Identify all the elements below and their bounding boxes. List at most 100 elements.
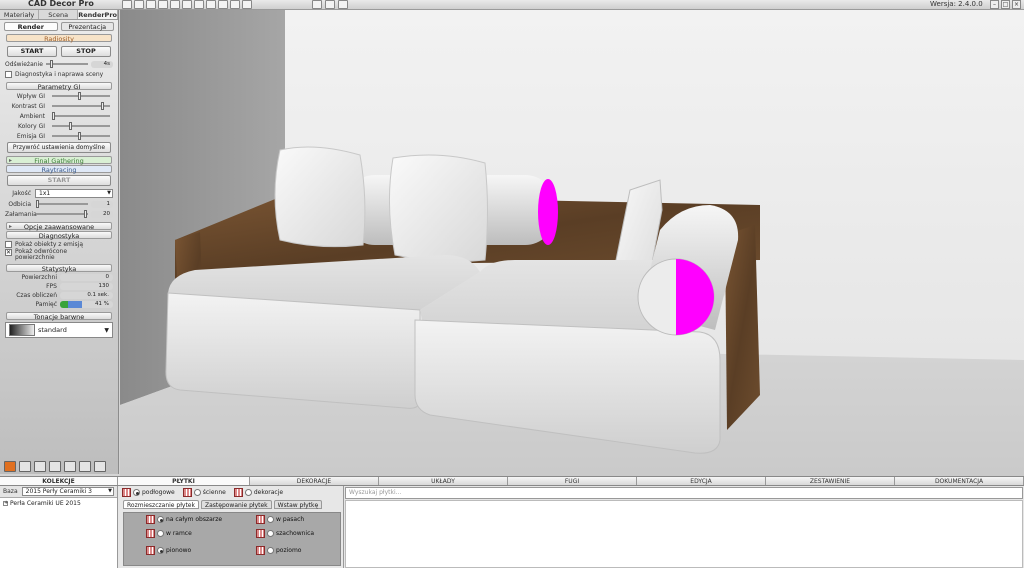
show-emission-checkbox[interactable] (5, 241, 12, 248)
toolbar-save-icon[interactable] (146, 0, 156, 9)
radio-button[interactable] (267, 530, 274, 537)
radio-button[interactable] (244, 489, 252, 496)
statistics-header[interactable]: Statystyka (6, 264, 112, 273)
show-inverted-checkbox[interactable]: ✕ (5, 249, 12, 256)
radio-button[interactable] (157, 547, 164, 554)
radio-button[interactable] (157, 516, 164, 523)
radiosity-header[interactable]: Radiosity (6, 34, 112, 43)
tile-search-input[interactable]: Wyszukaj płytki... (345, 487, 1023, 499)
radio-button[interactable] (193, 489, 201, 496)
refresh-slider-knob[interactable] (50, 60, 54, 68)
toolbar-redo-icon[interactable] (218, 0, 228, 9)
toolbar-cut-icon[interactable] (170, 0, 180, 9)
radio-button[interactable] (157, 530, 164, 537)
base-select[interactable]: 2015 Perły Ceramiki 3 ▼ (21, 487, 114, 496)
subtab-render[interactable]: Render (4, 22, 58, 31)
slider-knob[interactable] (36, 200, 39, 208)
tab-edycja[interactable]: EDYCJA (637, 477, 766, 485)
option-frame[interactable]: w ramce (146, 529, 192, 538)
option-whole-area[interactable]: na całym obszarze (146, 515, 222, 524)
refractions-slider[interactable] (36, 210, 88, 218)
fps-label: FPS (46, 283, 57, 290)
expand-plus-icon[interactable]: + (3, 501, 8, 506)
option-horizontal[interactable]: poziomo (256, 546, 301, 555)
slider-knob[interactable] (83, 210, 87, 218)
memory-bar: 41 % (60, 301, 113, 308)
radio-decor[interactable]: dekoracje (233, 488, 283, 497)
tab-kolekcje[interactable]: KOLEKCJE (0, 477, 118, 485)
slider-knob[interactable] (78, 92, 82, 100)
cube-front-icon[interactable] (49, 461, 61, 472)
toolbar-settings-icon[interactable] (230, 0, 240, 9)
collection-item[interactable]: + Perła Ceramiki UE 2015 (0, 498, 117, 509)
toolbar-copy-icon[interactable] (182, 0, 192, 9)
tab-plytki[interactable]: PŁYTKI (118, 477, 250, 485)
subtab-prezentacja[interactable]: Prezentacja (60, 22, 114, 31)
quality-select[interactable]: 1x1 ▼ (35, 188, 113, 198)
diagnostics-header[interactable]: Diagnostyka (6, 231, 112, 240)
cube-back-icon[interactable] (79, 461, 91, 472)
radio-button[interactable] (267, 516, 274, 523)
subtab-placement[interactable]: Rozmieszczanie płytek (123, 500, 199, 509)
slider-knob[interactable] (78, 132, 82, 140)
tab-scena[interactable]: Scena (39, 10, 79, 19)
tab-dokumentacja[interactable]: DOKUMENTACJA (895, 477, 1024, 485)
raytracing-start-button[interactable]: START (7, 175, 111, 186)
gi-header[interactable]: Parametry GI (6, 82, 112, 91)
tab-uklady[interactable]: UKŁADY (379, 477, 508, 485)
option-vertical[interactable]: pionowo (146, 546, 191, 555)
tab-materialy[interactable]: Materiały (0, 10, 40, 19)
3d-viewport[interactable] (120, 10, 1024, 476)
slider-knob[interactable] (69, 122, 73, 130)
radiosity-start-button[interactable]: START (7, 46, 57, 57)
tab-fugi[interactable]: FUGI (508, 477, 637, 485)
gi-slider-ambient[interactable] (52, 112, 110, 120)
cube-perspective-icon[interactable] (94, 461, 106, 472)
tone-header[interactable]: Tonacje barwne (6, 312, 112, 321)
maximize-icon[interactable]: □ (1001, 0, 1010, 9)
render-mode-icon[interactable] (4, 461, 16, 472)
diagnostics-checkbox[interactable] (5, 70, 12, 78)
toolbar-open-icon[interactable] (134, 0, 144, 9)
gi-slider-wplyw[interactable] (52, 92, 110, 100)
gi-slider-emisja[interactable] (52, 132, 110, 140)
radio-wall[interactable]: ścienne (182, 488, 226, 497)
tab-zestawienie[interactable]: ZESTAWIENIE (766, 477, 895, 485)
view-render-icon[interactable] (338, 0, 348, 9)
tile-results-area[interactable] (345, 500, 1023, 568)
toolbar-new-icon[interactable] (122, 0, 132, 9)
reflections-slider[interactable] (36, 200, 88, 208)
cube-side-icon[interactable] (64, 461, 76, 472)
scene-render (120, 10, 1024, 476)
minimize-icon[interactable]: – (990, 0, 999, 9)
view-3d-icon[interactable] (325, 0, 335, 9)
advanced-options-header[interactable]: ▸ Opcje zaawansowane (6, 222, 112, 231)
tone-select[interactable]: standard ▼ (5, 322, 113, 338)
radio-button[interactable] (267, 547, 274, 554)
toolbar-print-icon[interactable] (158, 0, 168, 9)
radio-floor[interactable]: podłogowe (122, 488, 175, 497)
radio-button[interactable] (133, 489, 140, 496)
cube-top-icon[interactable] (34, 461, 46, 472)
close-icon[interactable]: × (1012, 0, 1021, 9)
slider-knob[interactable] (52, 112, 55, 120)
radiosity-stop-button[interactable]: STOP (61, 46, 111, 57)
refresh-slider[interactable] (45, 60, 88, 68)
slider-knob[interactable] (101, 102, 105, 110)
option-checker[interactable]: szachownica (256, 529, 314, 538)
tab-dekoracje[interactable]: DEKORACJE (250, 477, 379, 485)
toolbar-help-icon[interactable] (242, 0, 252, 9)
toolbar-undo-icon[interactable] (206, 0, 216, 9)
raytracing-header[interactable]: Raytracing (6, 165, 112, 174)
final-gathering-header[interactable]: ▸ Final Gathering (6, 156, 112, 165)
subtab-insert[interactable]: Wstaw płytkę (273, 500, 323, 509)
reset-defaults-button[interactable]: Przywróć ustawienia domyślne (7, 142, 111, 153)
subtab-replace[interactable]: Zastępowanie płytek (200, 500, 272, 509)
gi-slider-kontrast[interactable] (52, 102, 110, 110)
view-2d-icon[interactable] (312, 0, 322, 9)
gi-slider-kolory[interactable] (52, 122, 110, 130)
tab-renderpro[interactable]: RenderPro (78, 10, 118, 19)
option-stripes[interactable]: w pasach (256, 515, 304, 524)
cube-view-icon[interactable] (19, 461, 31, 472)
toolbar-paste-icon[interactable] (194, 0, 204, 9)
